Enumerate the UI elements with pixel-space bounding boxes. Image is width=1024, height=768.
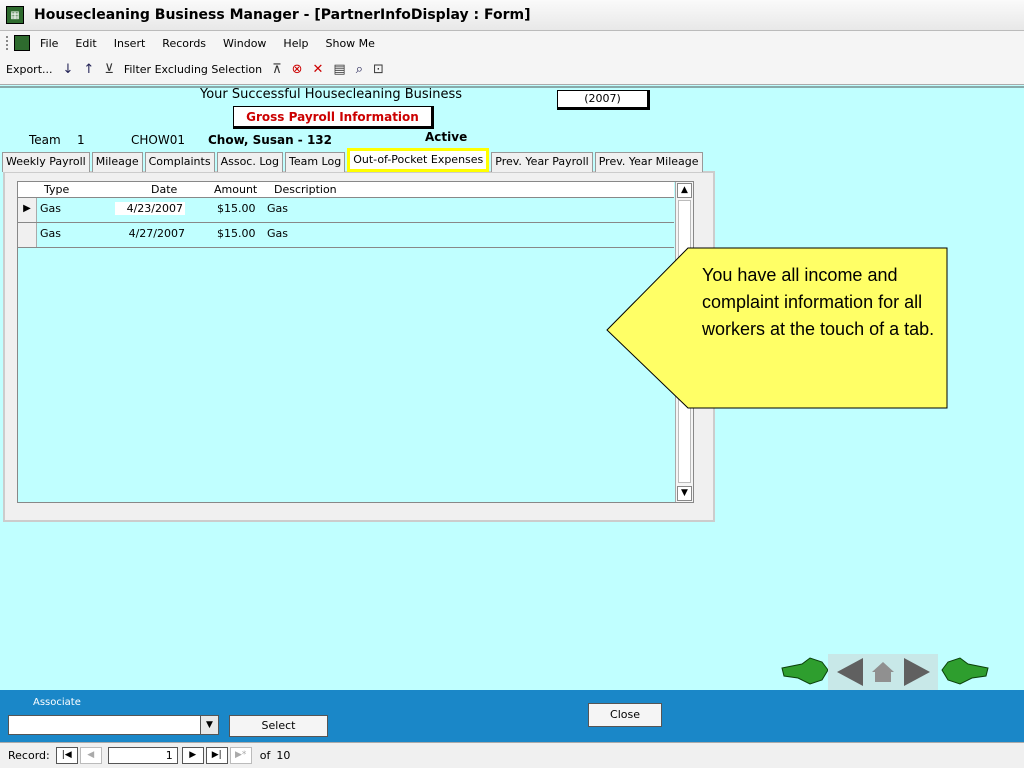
record-navigation-bar: Record: |◀ ◀ 1 ▶ ▶| ▶* of 10 — [0, 742, 1024, 768]
form-title: Gross Payroll Information — [233, 106, 434, 129]
menu-insert[interactable]: Insert — [114, 37, 146, 50]
sort-ascending-icon[interactable]: ↓ — [63, 62, 74, 77]
new-record-nav-icon[interactable]: ▶* — [229, 747, 252, 764]
column-header-row — [18, 182, 674, 198]
current-record-input[interactable]: 1 — [107, 747, 178, 764]
grip-handle[interactable] — [6, 36, 10, 50]
tab-complaints[interactable]: Complaints — [144, 152, 215, 172]
partner-code: CHOW01 — [131, 133, 185, 147]
menu-records[interactable]: Records — [162, 37, 206, 50]
column-header-date[interactable]: Date — [151, 182, 177, 197]
delete-record-icon[interactable]: ✕ — [313, 62, 324, 77]
cell-type[interactable]: Gas — [40, 227, 61, 240]
filter-icon[interactable]: ⊻ — [104, 62, 114, 77]
new-record-icon[interactable]: ▤ — [333, 62, 345, 77]
row-selector[interactable] — [18, 223, 37, 247]
last-record-icon[interactable]: ▶| — [205, 747, 228, 764]
menu-bar: File Edit Insert Records Window Help Sho… — [0, 31, 1024, 55]
access-app-icon[interactable]: ▦ — [6, 6, 24, 24]
navigation-arrows — [781, 654, 989, 690]
select-button[interactable]: Select — [229, 715, 328, 737]
filter-excluding-selection-button[interactable]: Filter Excluding Selection — [124, 63, 262, 76]
menu-window[interactable]: Window — [223, 37, 266, 50]
tab-team-log[interactable]: Team Log — [284, 152, 346, 172]
window-title: Housecleaning Business Manager - [Partne… — [34, 7, 531, 23]
record-label: Record: — [8, 749, 50, 762]
tab-prev-year-mileage[interactable]: Prev. Year Mileage — [594, 152, 703, 172]
next-record-icon[interactable]: ▶ — [181, 747, 204, 764]
first-record-icon[interactable]: |◀ — [55, 747, 78, 764]
record-of-label: of — [259, 749, 271, 762]
chevron-down-icon[interactable]: ▼ — [200, 716, 218, 734]
company-name: Your Successful Housecleaning Business — [200, 87, 463, 102]
zoom-icon[interactable]: ⊡ — [373, 62, 384, 77]
partner-name: Chow, Susan - 132 — [208, 133, 333, 147]
partner-status: Active — [425, 130, 468, 144]
team-label: Team — [29, 133, 61, 147]
pointing-hand-right-icon[interactable] — [941, 657, 989, 685]
find-icon[interactable]: ⌕ — [356, 62, 363, 77]
tab-strip: Weekly Payroll Mileage Complaints Assoc.… — [2, 148, 705, 173]
cell-date[interactable]: 4/27/2007 — [115, 227, 185, 240]
form-divider — [0, 86, 1024, 88]
scroll-up-icon[interactable]: ▲ — [677, 183, 692, 198]
bottom-bar: Associate ▼ Select Close — [0, 690, 1024, 742]
year-box: (2007) — [557, 90, 650, 110]
cell-description[interactable]: Gas — [267, 202, 288, 215]
column-header-type[interactable]: Type — [44, 182, 69, 197]
filter-by-form-icon[interactable]: ⊼ — [272, 62, 282, 77]
expenses-subform: Type Date Amount Description ▶ Gas 4/23/… — [17, 181, 694, 503]
tab-weekly-payroll[interactable]: Weekly Payroll — [2, 152, 90, 172]
record-total: 10 — [276, 749, 291, 762]
tab-assoc-log[interactable]: Assoc. Log — [216, 152, 283, 172]
previous-record-icon[interactable]: ◀ — [79, 747, 102, 764]
cell-amount[interactable]: $15.00 — [217, 202, 256, 215]
tab-out-of-pocket-expenses[interactable]: Out-of-Pocket Expenses — [347, 148, 490, 172]
team-number: 1 — [77, 133, 85, 147]
cell-type[interactable]: Gas — [40, 202, 61, 215]
menu-file[interactable]: File — [40, 37, 58, 50]
callout-text: You have all income and complaint inform… — [702, 265, 935, 339]
associate-select[interactable]: ▼ — [8, 715, 219, 735]
remove-filter-icon[interactable]: ⊗ — [292, 62, 303, 77]
export-button[interactable]: Export... — [6, 63, 53, 76]
tab-mileage[interactable]: Mileage — [91, 152, 143, 172]
window-titlebar: ▦ Housecleaning Business Manager - [Part… — [0, 0, 1024, 31]
table-row[interactable]: ▶ Gas 4/23/2007 $15.00 Gas — [18, 198, 674, 223]
menu-edit[interactable]: Edit — [75, 37, 96, 50]
cell-amount[interactable]: $15.00 — [217, 227, 256, 240]
toolbar: Export... ↓ ↑ ⊻ Filter Excluding Selecti… — [0, 55, 1024, 85]
sort-descending-icon[interactable]: ↑ — [83, 62, 94, 77]
close-button[interactable]: Close — [588, 703, 662, 727]
pointing-hand-left-icon[interactable] — [781, 657, 829, 685]
record-pointer-icon[interactable]: ▶ — [18, 198, 37, 222]
menu-show-me[interactable]: Show Me — [326, 37, 375, 50]
scroll-down-icon[interactable]: ▼ — [677, 486, 692, 501]
column-header-description[interactable]: Description — [274, 182, 337, 197]
table-row[interactable]: Gas 4/27/2007 $15.00 Gas — [18, 223, 674, 248]
cell-description[interactable]: Gas — [267, 227, 288, 240]
tab-prev-year-payroll[interactable]: Prev. Year Payroll — [491, 152, 593, 172]
document-icon[interactable] — [14, 35, 30, 51]
associate-label: Associate — [33, 697, 81, 708]
cell-date[interactable]: 4/23/2007 — [115, 202, 185, 215]
menu-help[interactable]: Help — [283, 37, 308, 50]
column-header-amount[interactable]: Amount — [214, 182, 257, 197]
